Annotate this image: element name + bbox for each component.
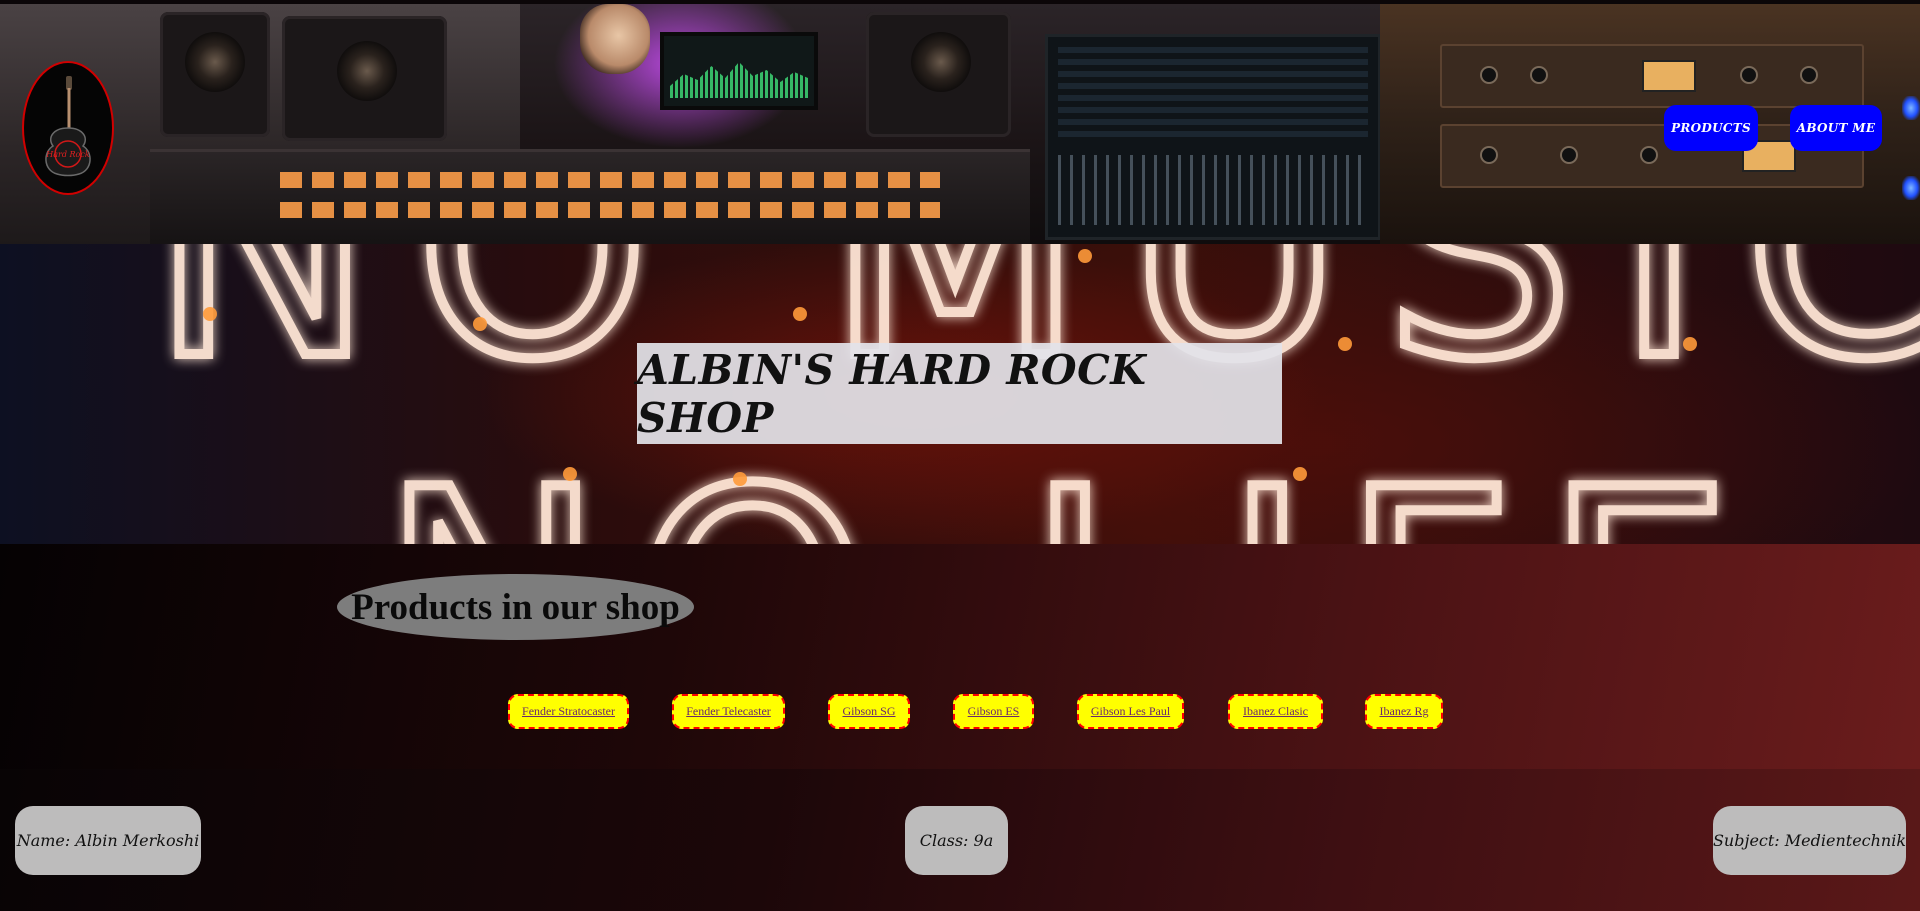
studio-speaker-left xyxy=(160,12,270,137)
product-link-gibson-les-paul[interactable]: Gibson Les Paul xyxy=(1077,694,1184,729)
daw-screen xyxy=(1045,34,1381,240)
product-link-ibanez-rg[interactable]: Ibanez Rg xyxy=(1365,694,1443,729)
studio-speaker-right xyxy=(866,12,1011,137)
about-me-nav-button[interactable]: ABOUT ME xyxy=(1790,105,1882,151)
footer-class: Class: 9a xyxy=(905,806,1008,875)
product-link-fender-telecaster[interactable]: Fender Telecaster xyxy=(672,694,785,729)
products-nav-button[interactable]: PRODUCTS xyxy=(1664,105,1758,151)
footer: Name: Albin Merkoshi Class: 9a Subject: … xyxy=(0,769,1920,911)
logo-text: Hard Rock xyxy=(45,150,90,159)
product-link-gibson-es[interactable]: Gibson ES xyxy=(953,694,1034,729)
product-link-gibson-sg[interactable]: Gibson SG xyxy=(828,694,910,729)
edge-light xyxy=(1902,96,1920,120)
products-heading-pill: Products in our shop xyxy=(337,574,694,640)
guitar-icon: Hard Rock xyxy=(45,76,91,177)
products-heading: Products in our shop xyxy=(351,586,680,628)
mixing-console xyxy=(150,149,1030,244)
hard-rock-logo[interactable]: Hard Rock xyxy=(22,61,114,195)
products-section: Products in our shop Fender Stratocaster… xyxy=(0,544,1920,769)
edge-light xyxy=(1902,176,1920,200)
footer-name: Name: Albin Merkoshi xyxy=(15,806,201,875)
site-title: ALBIN'S HARD ROCK SHOP xyxy=(637,345,1147,442)
product-link-ibanez-clasic[interactable]: Ibanez Clasic xyxy=(1228,694,1323,729)
footer-subject: Subject: Medientechnik xyxy=(1713,806,1906,875)
studio-speaker-center-left xyxy=(282,16,447,141)
product-link-fender-stratocaster[interactable]: Fender Stratocaster xyxy=(508,694,629,729)
hero-title-box: ALBIN'S HARD ROCK SHOP xyxy=(637,343,1282,444)
studio-monitor-screen xyxy=(660,32,818,110)
hero-banner: NO MUSIC NO LIFE ALBIN'S HARD ROCK SHOP xyxy=(0,244,1920,544)
painting-face xyxy=(580,4,650,74)
header-banner: Hard Rock PRODUCTS ABOUT ME xyxy=(0,4,1920,244)
